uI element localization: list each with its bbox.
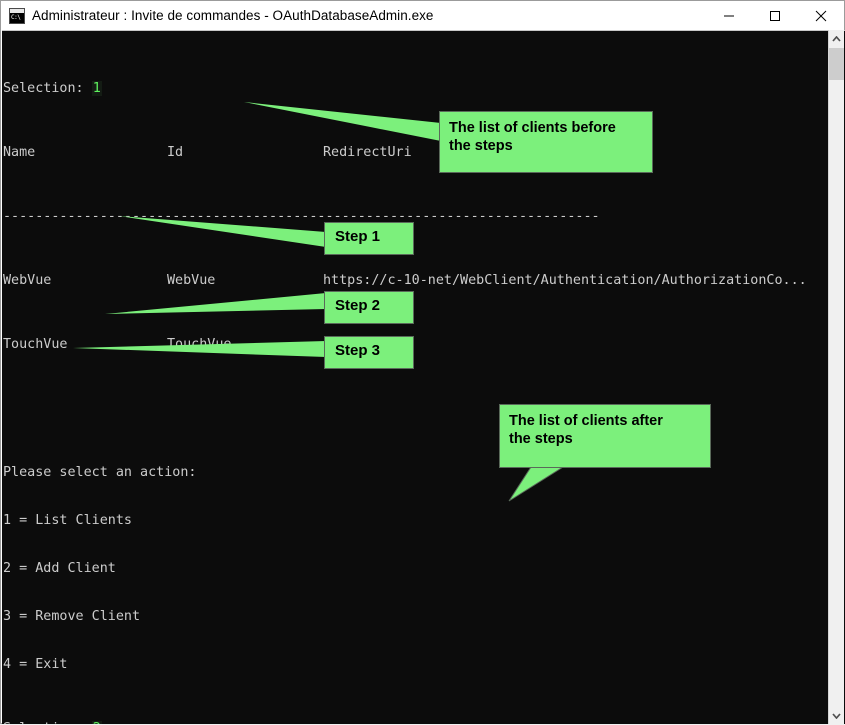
icon-title-strip [10, 9, 24, 13]
client-redirecturi: https://c-10-net/WebClient/Authenticatio… [323, 273, 807, 288]
icon-prompt-text: C:\ [11, 14, 20, 21]
menu-item-list-clients: 1 = List Clients [3, 513, 830, 529]
table-row: TouchVueTouchVue [3, 337, 830, 353]
client-name: WebVue [3, 273, 167, 289]
console-line: Selection: 1 [3, 81, 830, 97]
minimize-button[interactable] [706, 1, 752, 30]
menu-item-remove-client: 3 = Remove Client [3, 609, 830, 625]
client-id: WebVue [167, 273, 323, 289]
selection-value-1: 1 [92, 81, 102, 96]
scrollbar-thumb[interactable] [829, 48, 844, 80]
window-title: Administrateur : Invite de commandes - O… [32, 8, 434, 23]
chevron-down-icon[interactable] [829, 707, 844, 724]
vertical-scrollbar[interactable] [828, 30, 844, 724]
window-controls [706, 1, 844, 30]
menu-item-exit: 4 = Exit [3, 657, 830, 673]
column-header-id: Id [167, 145, 323, 161]
selection-label: Selection: [3, 81, 92, 96]
column-header-redirecturi: RedirectUri [323, 145, 412, 160]
table-header-row: NameIdRedirectUri [3, 145, 830, 161]
title-bar[interactable]: C:\ Administrateur : Invite de commandes… [1, 1, 844, 30]
action-header: Please select an action: [3, 465, 830, 481]
menu-item-add-client: 2 = Add Client [3, 561, 830, 577]
table-row: WebVueWebVuehttps://c-10-net/WebClient/A… [3, 273, 830, 289]
cmd-console-icon: C:\ [9, 8, 25, 24]
close-button[interactable] [798, 1, 844, 30]
blank-line [3, 401, 830, 417]
console-output[interactable]: Selection: 1 NameIdRedirectUri ---------… [2, 31, 830, 724]
column-header-name: Name [3, 145, 167, 161]
maximize-button[interactable] [752, 1, 798, 30]
chevron-up-icon[interactable] [829, 30, 844, 47]
table-separator: ----------------------------------------… [3, 209, 830, 225]
client-id: TouchVue [167, 337, 323, 353]
console-frame: Selection: 1 NameIdRedirectUri ---------… [2, 30, 845, 724]
console-window: C:\ Administrateur : Invite de commandes… [0, 0, 845, 724]
client-name: TouchVue [3, 337, 167, 353]
